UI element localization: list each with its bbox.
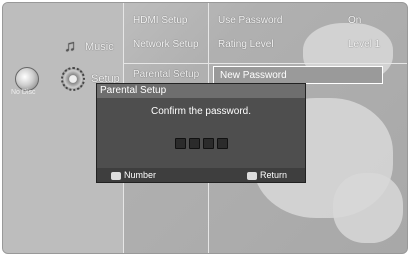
pin-digit-slot — [174, 138, 186, 149]
gear-icon — [61, 67, 85, 91]
world-map-shape — [333, 173, 403, 243]
return-button-label: Return — [260, 170, 288, 180]
dialog-body: Confirm the password. — [97, 98, 305, 168]
menu-use-password[interactable]: Use Password — [218, 15, 282, 26]
nav-music-label: Music — [85, 41, 114, 53]
pin-digit-slot — [202, 138, 214, 149]
dialog-title: Parental Setup — [97, 84, 305, 98]
menu-network-setup[interactable]: Network Setup — [133, 39, 199, 50]
pin-digit-slot — [216, 138, 228, 149]
return-button[interactable]: Return — [247, 168, 287, 182]
number-hint-label: Number — [124, 170, 157, 180]
number-key-icon — [111, 171, 121, 180]
disc-status-label: No Disc — [11, 89, 36, 96]
disc-status — [15, 67, 39, 91]
number-hint: Number — [111, 168, 156, 182]
pin-input[interactable] — [97, 138, 305, 149]
divider — [123, 63, 407, 64]
pin-digit-slot — [188, 138, 200, 149]
menu-use-password-value: On — [348, 15, 362, 26]
new-password-label: New Password — [220, 70, 287, 81]
nav-music[interactable]: ♫ Music — [61, 38, 114, 56]
menu-rating-level[interactable]: Rating Level — [218, 39, 274, 50]
dialog-footer: Number Return — [97, 168, 305, 182]
menu-hdmi-setup[interactable]: HDMI Setup — [133, 15, 187, 26]
screen: HDMI Setup Use Password On Network Setup… — [2, 2, 408, 254]
menu-rating-level-value: Level 1 — [348, 39, 381, 50]
parental-setup-dialog: Parental Setup Confirm the password. Num… — [96, 83, 306, 183]
return-key-icon — [247, 171, 257, 180]
dialog-message: Confirm the password. — [150, 106, 252, 117]
current-category: Parental Setup — [133, 69, 200, 80]
music-icon: ♫ — [64, 38, 76, 55]
new-password-item[interactable]: New Password — [213, 66, 383, 84]
disc-icon — [15, 67, 39, 91]
